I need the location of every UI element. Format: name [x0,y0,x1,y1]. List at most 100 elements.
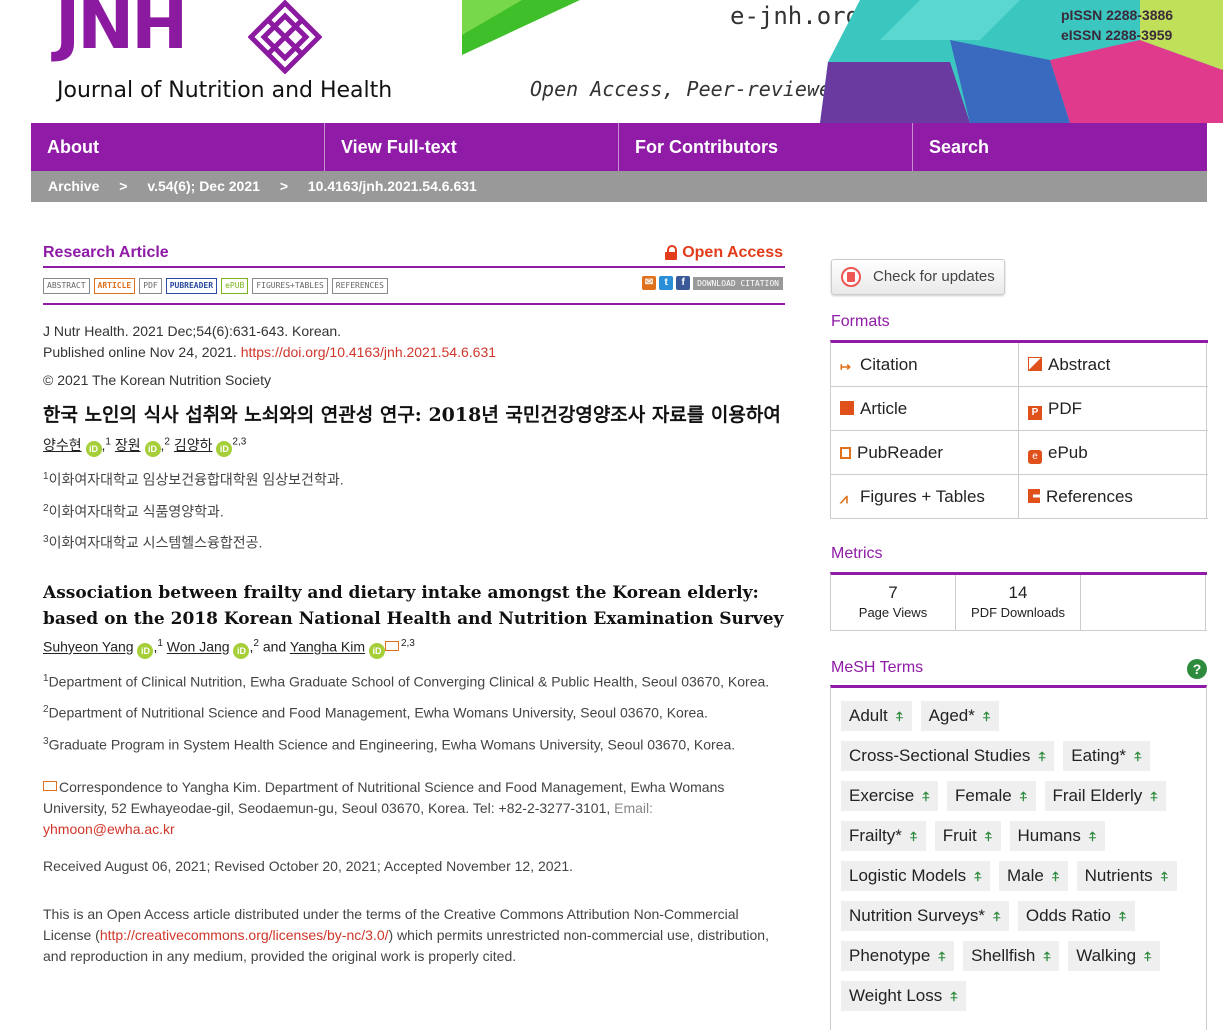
format-abstract[interactable]: Abstract [1019,343,1207,386]
pin-icon[interactable]: ⍏ [896,709,904,724]
email-link[interactable]: yhmoon@ewha.ac.kr [43,821,175,837]
format-epub[interactable]: e ePub [1019,431,1207,474]
help-icon[interactable]: ? [1187,659,1207,679]
format-label: PDF [1048,399,1082,418]
breadcrumb-issue[interactable]: v.54(6); Dec 2021 [147,171,260,202]
orcid-icon[interactable]: iD [144,441,161,457]
pin-icon[interactable]: ⍏ [1144,949,1152,964]
mesh-term-tag[interactable]: Eating* ⍏ [1063,741,1150,771]
open-lock-icon [665,245,678,260]
metric-pdf-downloads: 14 PDF Downloads [956,575,1081,630]
license-link[interactable]: http://creativecommons.org/licenses/by-n… [100,927,389,943]
nav-for-contributors[interactable]: For Contributors [619,123,913,171]
twitter-icon[interactable]: t [659,276,674,290]
author-link[interactable]: Yangha Kim [290,639,365,655]
mesh-term-tag[interactable]: Exercise ⍏ [841,781,938,811]
mesh-term-tag[interactable]: Walking ⍏ [1068,941,1160,971]
pin-icon[interactable]: ⍏ [983,709,991,724]
mesh-term-tag[interactable]: Shellfish ⍏ [963,941,1060,971]
orcid-icon[interactable]: iD [368,642,385,659]
pin-icon[interactable]: ⍏ [1038,749,1046,764]
mesh-term-tag[interactable]: Female ⍏ [947,781,1036,811]
pin-icon[interactable]: ⍏ [1052,869,1060,884]
author-link[interactable]: Won Jang [167,639,230,655]
author-link[interactable]: Suhyeon Yang [43,639,134,655]
open-access-badge: Open Access [665,244,783,262]
mesh-term-tag[interactable]: Humans ⍏ [1009,821,1105,851]
pin-icon[interactable]: ⍏ [950,989,958,1004]
nav-about[interactable]: About [31,123,325,171]
published-date: Published online Nov 24, 2021. [43,344,237,360]
tab-article[interactable]: ARTICLE [93,278,136,294]
check-for-updates-button[interactable]: Check for updates [831,259,1005,295]
mesh-term-tag[interactable]: Male ⍏ [998,861,1068,891]
tab-abstract[interactable]: ABSTRACT [43,278,90,294]
mesh-term-tag[interactable]: Logistic Models ⍏ [841,861,990,891]
format-pdf[interactable]: P PDF [1019,387,1207,430]
journal-logo-text[interactable]: JNH [55,0,188,60]
format-label: ePub [1048,443,1088,462]
mail-icon[interactable] [384,640,399,651]
mesh-term-tag[interactable]: Nutrition Surveys* ⍏ [841,901,1009,931]
formats-row: ⩘ Figures + Tables References [831,475,1208,519]
format-label: PubReader [857,443,944,462]
pin-icon[interactable]: ⍏ [974,869,982,884]
orcid-icon[interactable]: iD [233,642,250,659]
facebook-icon[interactable]: f [676,276,691,290]
authors-english: Suhyeon Yang iD ,1 Won Jang iD ,2 and Yang… [43,638,785,659]
format-references[interactable]: References [1019,475,1207,518]
mesh-term-label: Weight Loss [849,986,943,1005]
pin-icon[interactable]: ⍏ [985,829,993,844]
mesh-term-tag[interactable]: Nutrients ⍏ [1076,861,1177,891]
format-pubreader[interactable]: PubReader [831,431,1019,474]
breadcrumb-archive[interactable]: Archive [48,171,99,202]
pin-icon[interactable]: ⍏ [1020,789,1028,804]
tab-pubreader[interactable]: PUBREADER [165,278,218,294]
pin-icon[interactable]: ⍏ [938,949,946,964]
orcid-icon[interactable]: iD [85,441,102,457]
published-line: Published online Nov 24, 2021. https://d… [43,342,785,363]
mesh-term-tag[interactable]: Aged* ⍏ [920,701,999,731]
pin-icon[interactable]: ⍏ [910,829,918,844]
email-share-icon[interactable]: ✉ [642,276,657,290]
mesh-term-label: Frail Elderly [1052,786,1143,805]
tab-pdf[interactable]: PDF [139,278,162,294]
share-tools: ✉ t f DOWNLOAD CITATION [642,276,783,290]
pin-icon[interactable]: ⍏ [1150,789,1158,804]
pin-icon[interactable]: ⍏ [1134,749,1142,764]
doi-link[interactable]: https://doi.org/10.4163/jnh.2021.54.6.63… [241,344,496,360]
pdf-icon: P [1028,406,1042,420]
mesh-term-tag[interactable]: Frailty* ⍏ [841,821,926,851]
author-link[interactable]: 김양하 [174,437,213,453]
pin-icon[interactable]: ⍏ [993,909,1001,924]
nav-search[interactable]: Search [913,123,1207,171]
mesh-term-tag[interactable]: Frail Elderly ⍏ [1044,781,1167,811]
mesh-term-tag[interactable]: Adult ⍏ [841,701,912,731]
author-link[interactable]: 장원 [115,437,141,453]
author-link[interactable]: 양수현 [43,437,82,453]
pin-icon[interactable]: ⍏ [922,789,930,804]
format-citation[interactable]: ↦ Citation [831,343,1019,386]
orcid-icon[interactable]: iD [216,441,233,457]
mesh-term-tag[interactable]: Cross-Sectional Studies ⍏ [841,741,1055,771]
mesh-term-tag[interactable]: Odds Ratio ⍏ [1017,901,1135,931]
orcid-icon[interactable]: iD [137,642,154,659]
mesh-term-tag[interactable]: Fruit ⍏ [934,821,1001,851]
pin-icon[interactable]: ⍏ [1043,949,1051,964]
pissn: pISSN 2288-3886 [1061,7,1174,23]
tab-references[interactable]: REFERENCES [331,278,388,294]
tab-epub[interactable]: ePUB [221,278,249,294]
nav-view-full-text[interactable]: View Full-text [325,123,619,171]
mesh-term-tag[interactable]: Weight Loss ⍏ [841,981,967,1011]
format-figures-tables[interactable]: ⩘ Figures + Tables [831,475,1019,518]
formats-row: Article P PDF [831,387,1208,431]
tab-figures-tables[interactable]: FIGURES+TABLES [252,278,328,294]
mesh-term-label: Exercise [849,786,915,805]
download-citation-button[interactable]: DOWNLOAD CITATION [693,276,783,290]
pin-icon[interactable]: ⍏ [1119,909,1127,924]
pin-icon[interactable]: ⍏ [1161,869,1169,884]
mesh-term-tag[interactable]: Phenotype ⍏ [841,941,955,971]
affiliation-text: Graduate Program in System Health Scienc… [48,736,736,753]
format-article[interactable]: Article [831,387,1019,430]
pin-icon[interactable]: ⍏ [1089,829,1097,844]
